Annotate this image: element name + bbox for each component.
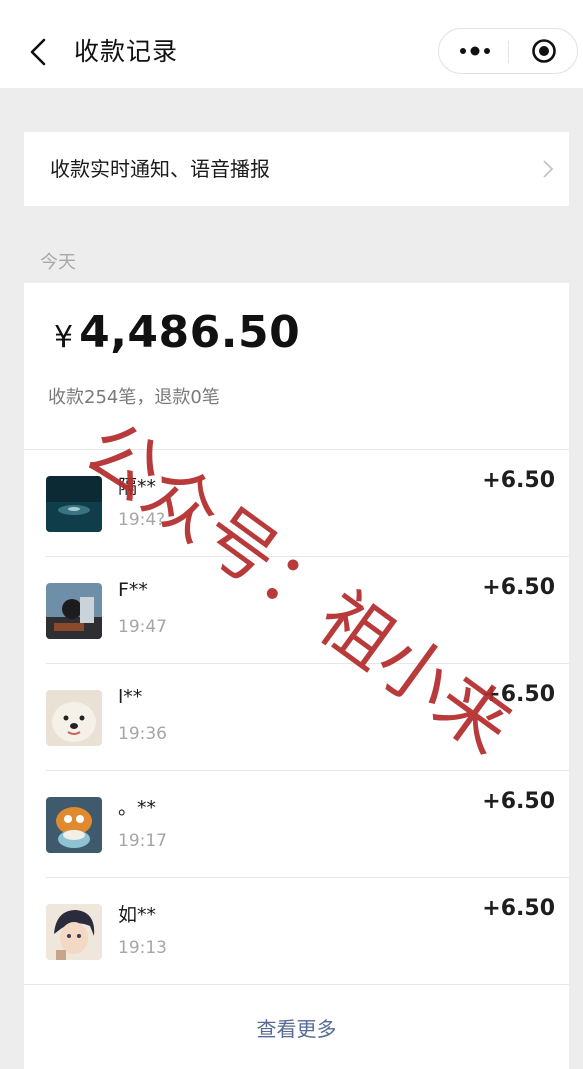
payment-amount: +6.50: [482, 789, 555, 814]
payer-name: l**: [118, 686, 143, 708]
divider: [24, 984, 569, 985]
more-dots-icon[interactable]: [457, 39, 493, 63]
amount-value: 4,486.50: [79, 307, 301, 358]
payment-amount: +6.50: [482, 682, 555, 707]
chevron-right-icon: [543, 160, 554, 178]
total-amount: ¥ 4,486.50: [54, 307, 300, 358]
summary-detail: 收款254笔，退款0笔: [48, 387, 220, 408]
sea-avatar: [46, 476, 102, 532]
records-card: ¥ 4,486.50 收款254笔，退款0笔 隔** 19:4? +6.50 F…: [24, 283, 569, 1069]
list-item[interactable]: 如** 19:13 +6.50: [24, 878, 569, 985]
realtime-notice-row[interactable]: 收款实时通知、语音播报: [24, 132, 569, 206]
list-item[interactable]: F** 19:47 +6.50: [24, 557, 569, 664]
currency-symbol: ¥: [54, 320, 74, 355]
payer-name: F**: [118, 579, 148, 601]
payer-name: 如**: [118, 904, 157, 926]
capsule-divider: [508, 41, 509, 63]
payment-time: 19:13: [118, 938, 167, 958]
payment-amount: +6.50: [482, 896, 555, 921]
cat-avatar: [46, 797, 102, 853]
notice-label: 收款实时通知、语音播报: [50, 157, 270, 181]
nav-bar: 收款记录: [0, 0, 583, 88]
payment-time: 19:4?: [118, 510, 166, 530]
target-circle-icon[interactable]: [531, 38, 557, 64]
list-item[interactable]: 隔** 19:4? +6.50: [24, 450, 569, 557]
view-more-link[interactable]: 查看更多: [24, 1013, 569, 1042]
payer-name: 。**: [118, 797, 157, 819]
list-item[interactable]: 。** 19:17 +6.50: [24, 771, 569, 878]
mini-program-capsule: [438, 28, 578, 74]
chevron-left-icon[interactable]: [28, 36, 52, 68]
records-list: 隔** 19:4? +6.50 F** 19:47 +6.50 l** 19:3…: [24, 450, 569, 985]
page-title: 收款记录: [74, 37, 179, 66]
payment-amount: +6.50: [482, 468, 555, 493]
anime-avatar: [46, 904, 102, 960]
payment-time: 19:36: [118, 724, 167, 744]
pilot-avatar: [46, 583, 102, 639]
payment-time: 19:17: [118, 831, 167, 851]
payer-name: 隔**: [118, 476, 157, 498]
section-label-today: 今天: [40, 252, 76, 273]
dog-avatar: [46, 690, 102, 746]
payment-amount: +6.50: [482, 575, 555, 600]
list-item[interactable]: l** 19:36 +6.50: [24, 664, 569, 771]
payment-time: 19:47: [118, 617, 167, 637]
